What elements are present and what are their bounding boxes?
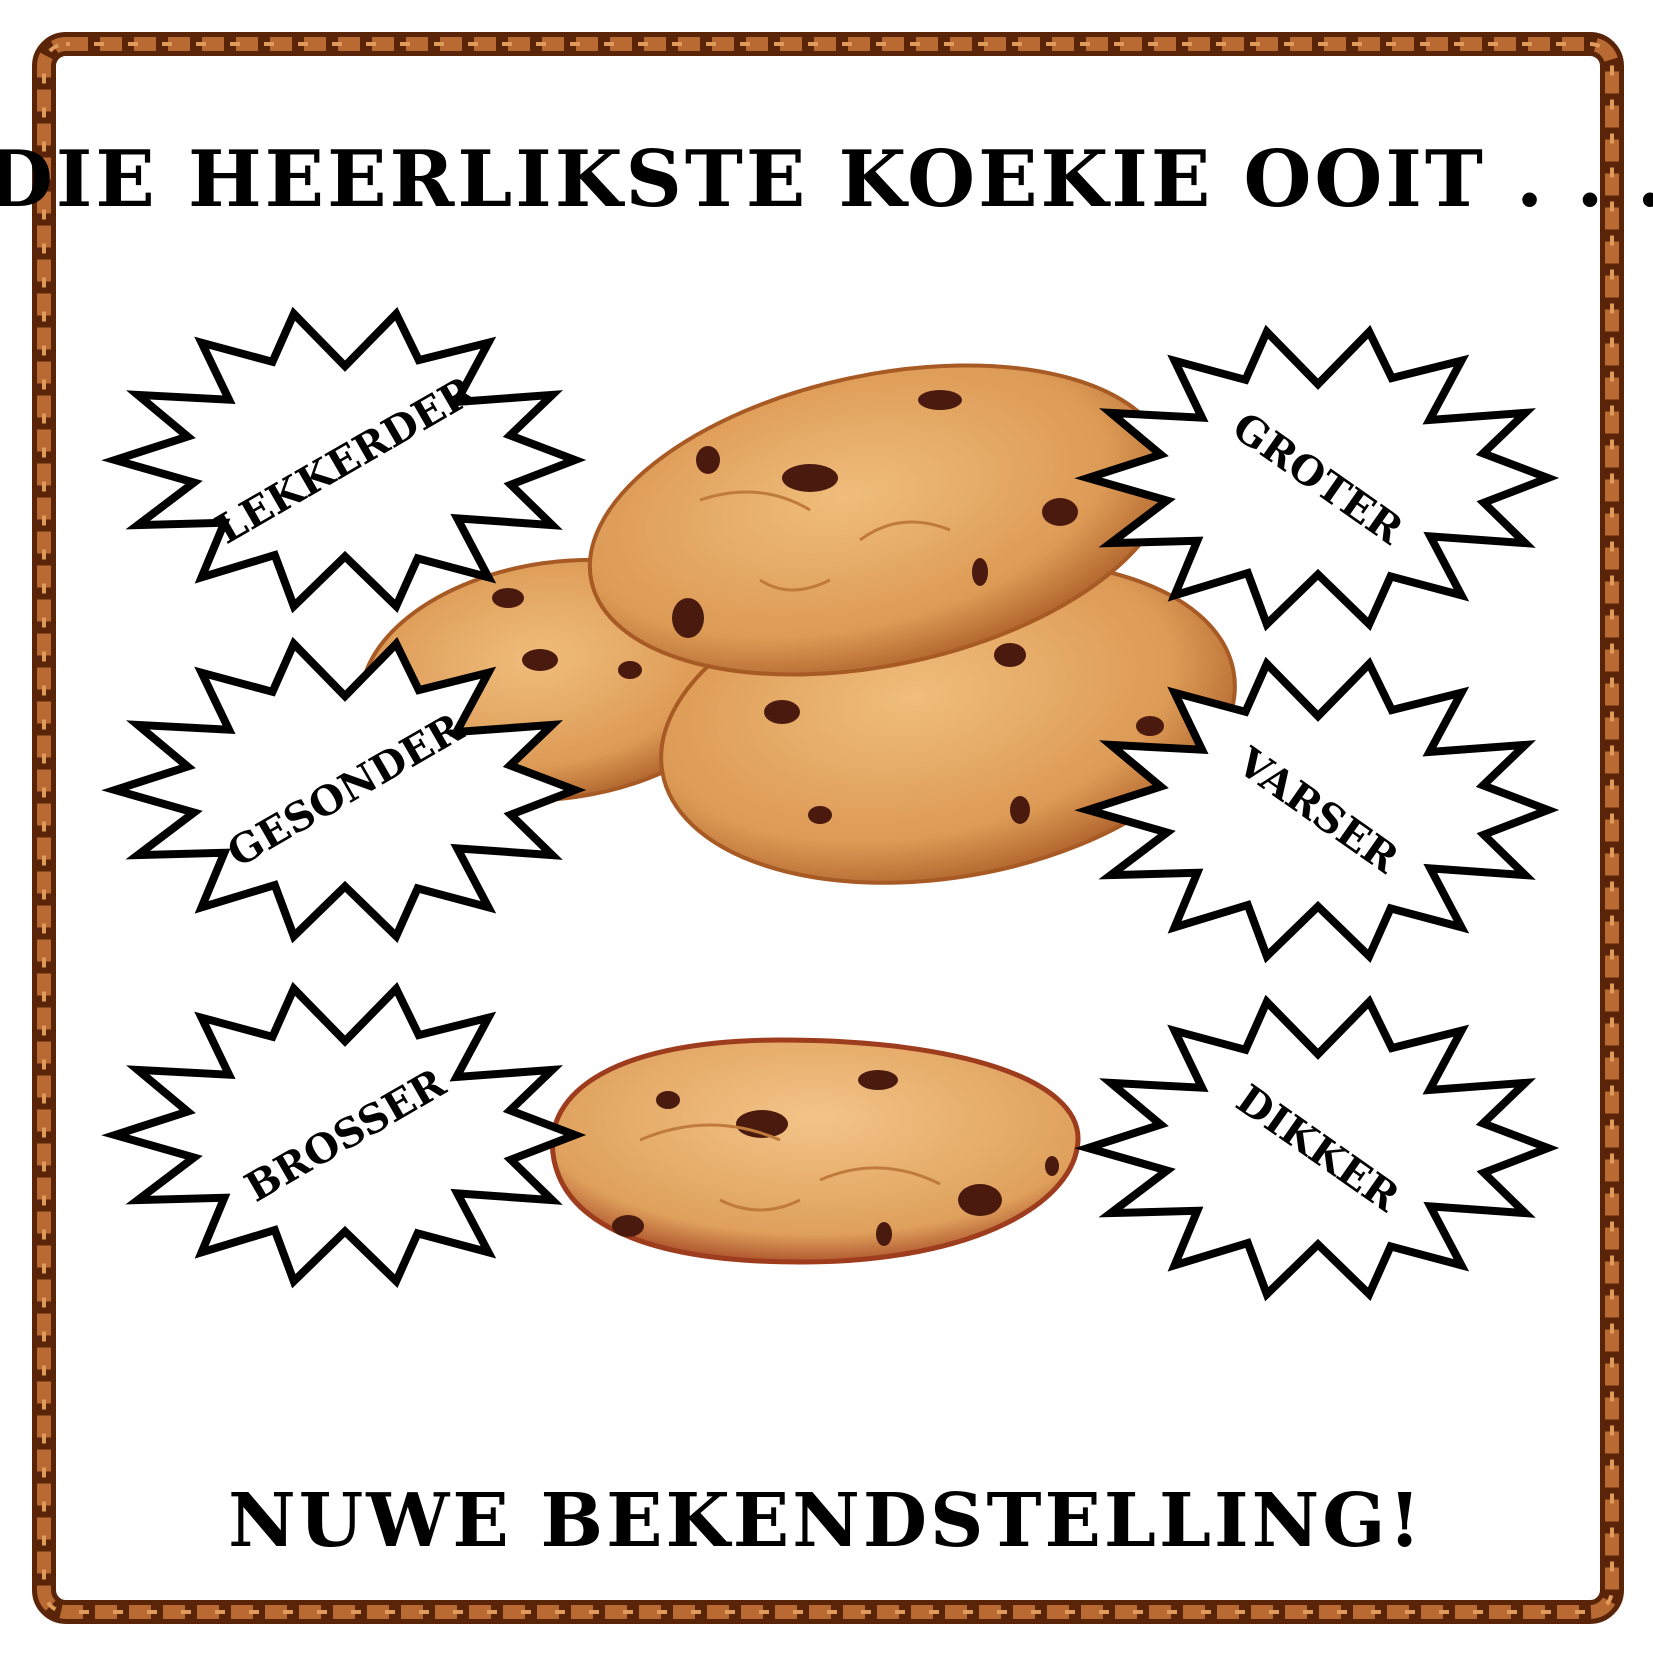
starburst-brosser: BROSSER	[101, 981, 587, 1289]
starburst-lekkerder: LEKKERDER	[101, 306, 587, 614]
poster-canvas: DIE HEERLIKSTE KOEKIE OOIT . . . LEKKERD…	[0, 32, 1653, 1624]
starburst-dikker: DIKKER	[1074, 994, 1560, 1302]
poster-title: DIE HEERLIKSTE KOEKIE OOIT . . .	[0, 134, 1653, 225]
poster-footer: NUWE BEKENDSTELLING!	[228, 1478, 1424, 1564]
cookie-icon	[550, 1037, 1081, 1265]
starburst-groter: GROTER	[1074, 324, 1560, 632]
